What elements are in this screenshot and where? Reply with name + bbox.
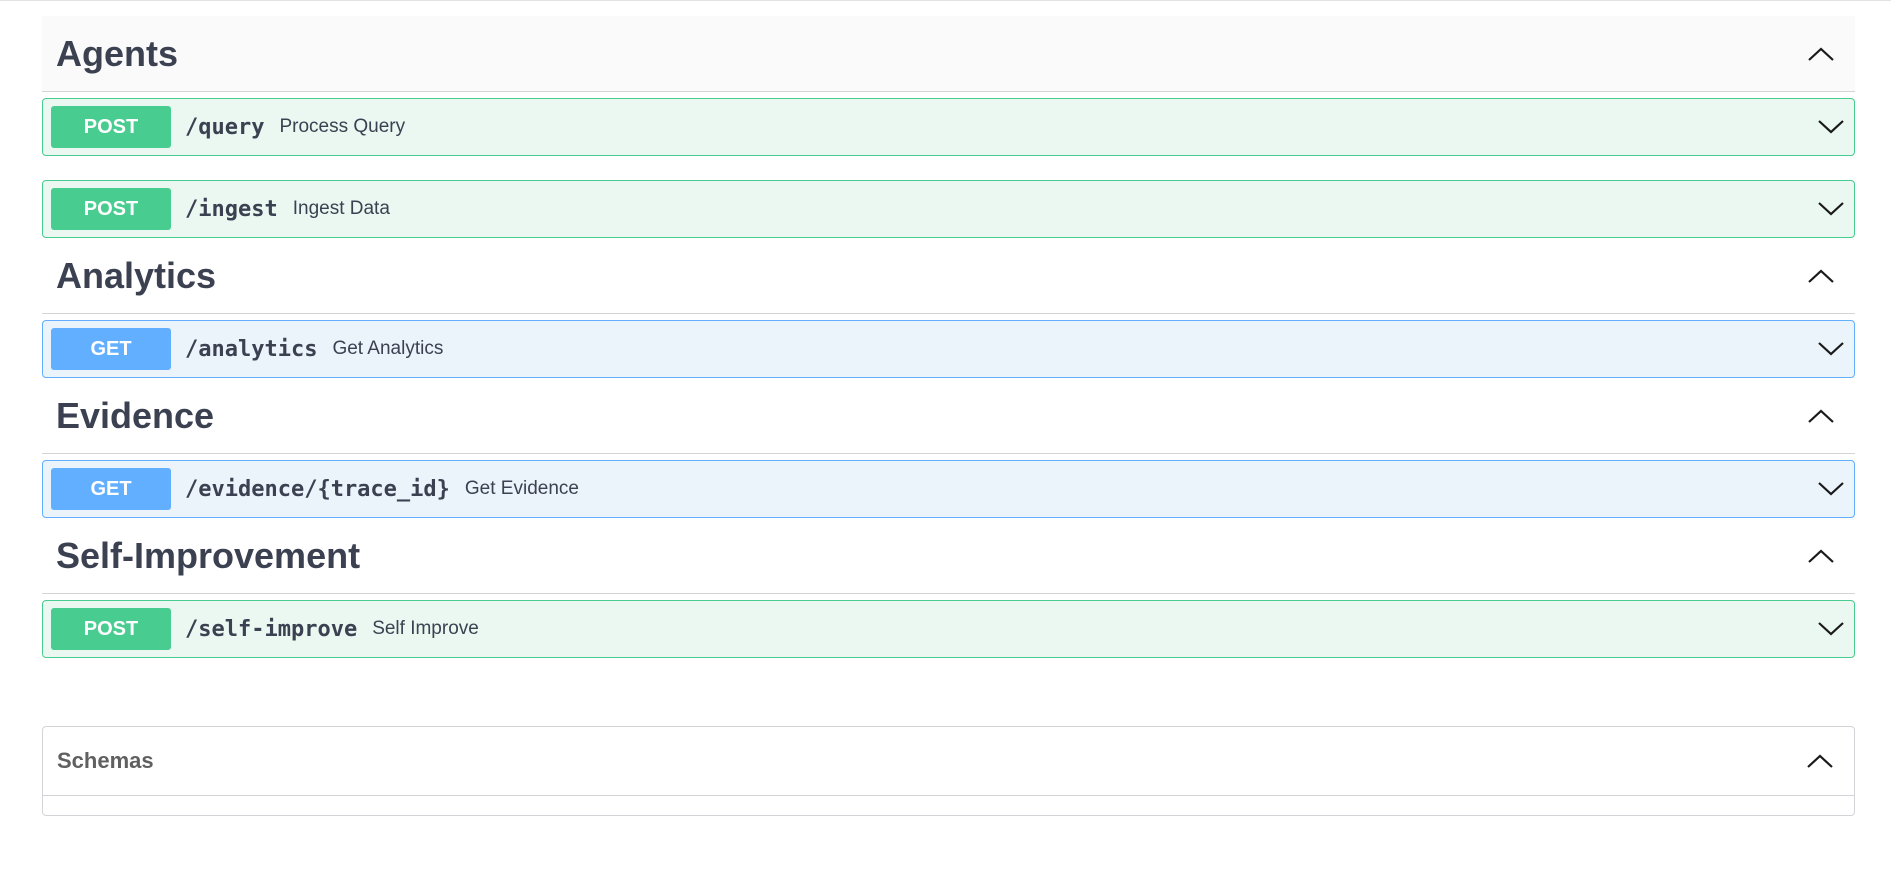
operation-post-query[interactable]: POST /query Process Query	[42, 98, 1855, 156]
tag-title: Agents	[56, 32, 179, 74]
tag-header-analytics[interactable]: Analytics	[42, 238, 1855, 314]
tag-header-agents[interactable]: Agents	[42, 16, 1855, 92]
operation-get-analytics[interactable]: GET /analytics Get Analytics	[42, 320, 1855, 378]
tag-section-agents: Agents POST /query Process Query POST /i…	[42, 16, 1855, 238]
chevron-down-icon	[1818, 342, 1844, 356]
expand-operation-button[interactable]	[1806, 189, 1846, 229]
chevron-down-icon	[1818, 482, 1844, 496]
chevron-up-icon	[1808, 269, 1834, 283]
method-badge: POST	[51, 106, 171, 148]
expand-operation-button[interactable]	[1806, 469, 1846, 509]
chevron-down-icon	[1818, 622, 1844, 636]
operation-post-ingest[interactable]: POST /ingest Ingest Data	[42, 180, 1855, 238]
operation-path: /analytics	[185, 336, 318, 362]
operation-summary: Get Analytics	[332, 338, 444, 359]
tag-header-self-improvement[interactable]: Self-Improvement	[42, 518, 1855, 594]
schemas-header[interactable]: Schemas	[43, 727, 1854, 796]
chevron-up-icon	[1808, 47, 1834, 61]
tag-section-evidence: Evidence GET /evidence/{trace_id} Get Ev…	[42, 378, 1855, 518]
tag-title: Analytics	[56, 254, 217, 296]
chevron-down-icon	[1818, 120, 1844, 134]
expand-operation-button[interactable]	[1806, 329, 1846, 369]
collapse-section-button[interactable]	[1801, 34, 1841, 74]
tag-section-self-improvement: Self-Improvement POST /self-improve Self…	[42, 518, 1855, 658]
operation-summary: Process Query	[279, 116, 406, 137]
expand-operation-button[interactable]	[1806, 609, 1846, 649]
method-badge: GET	[51, 328, 171, 370]
operation-get-evidence[interactable]: GET /evidence/{trace_id} Get Evidence	[42, 460, 1855, 518]
top-divider	[0, 0, 1891, 1]
operation-summary: Get Evidence	[464, 478, 579, 499]
operations-container: Agents POST /query Process Query POST /i…	[42, 16, 1855, 816]
method-badge: GET	[51, 468, 171, 510]
method-badge: POST	[51, 188, 171, 230]
tag-title: Evidence	[56, 394, 215, 436]
chevron-up-icon	[1807, 754, 1833, 768]
schemas-title: Schemas	[57, 748, 154, 773]
tag-section-analytics: Analytics GET /analytics Get Analytics	[42, 238, 1855, 378]
collapse-section-button[interactable]	[1801, 256, 1841, 296]
operation-summary: Self Improve	[372, 618, 479, 639]
expand-operation-button[interactable]	[1806, 107, 1846, 147]
collapse-section-button[interactable]	[1801, 536, 1841, 576]
chevron-up-icon	[1808, 549, 1834, 563]
tag-title: Self-Improvement	[56, 534, 361, 576]
chevron-up-icon	[1808, 409, 1834, 423]
operation-path: /query	[185, 114, 265, 140]
operation-path: /self-improve	[185, 616, 358, 642]
chevron-down-icon	[1818, 202, 1844, 216]
operation-path: /ingest	[185, 196, 278, 222]
method-badge: POST	[51, 608, 171, 650]
operation-summary: Ingest Data	[292, 198, 390, 219]
collapse-schemas-button[interactable]	[1800, 741, 1840, 781]
operation-path: /evidence/{trace_id}	[185, 476, 450, 502]
collapse-section-button[interactable]	[1801, 396, 1841, 436]
schemas-panel: Schemas	[42, 726, 1855, 816]
operation-post-self-improve[interactable]: POST /self-improve Self Improve	[42, 600, 1855, 658]
tag-header-evidence[interactable]: Evidence	[42, 378, 1855, 454]
